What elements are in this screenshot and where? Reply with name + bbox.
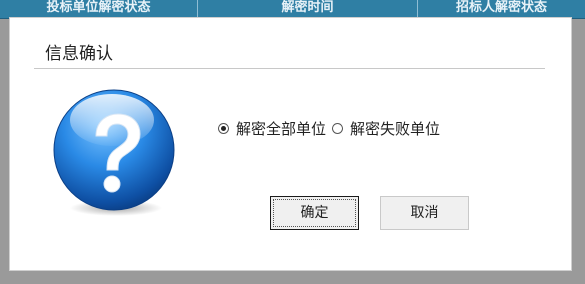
confirm-button[interactable]: 确定 — [270, 196, 359, 230]
column-header-bidder-decrypt-status: 投标单位解密状态 — [0, 0, 198, 18]
option-decrypt-all-label: 解密全部单位 — [236, 120, 327, 138]
question-mark-icon — [53, 89, 175, 216]
radio-decrypt-all[interactable] — [218, 123, 229, 134]
dialog-title: 信息确认 — [45, 44, 113, 64]
background-table-header: 投标单位解密状态 解密时间 招标人解密状态 — [0, 0, 585, 19]
title-divider — [34, 68, 545, 69]
radio-decrypt-failed[interactable] — [332, 123, 344, 134]
column-header-tenderer-decrypt-status: 招标人解密状态 — [455, 0, 547, 15]
option-decrypt-all[interactable]: 解密全部单位 — [218, 118, 326, 139]
option-decrypt-failed[interactable]: 解密失败单位 — [332, 118, 440, 139]
column-header-decrypt-time: 解密时间 — [198, 0, 418, 18]
cancel-button[interactable]: 取消 — [380, 196, 469, 230]
option-decrypt-failed-label: 解密失败单位 — [350, 120, 441, 138]
decrypt-options: 解密全部单位 解密失败单位 — [218, 118, 440, 139]
confirm-dialog: 信息确认 解密全部单位 解密失败单位 确定 取消 — [10, 18, 571, 270]
